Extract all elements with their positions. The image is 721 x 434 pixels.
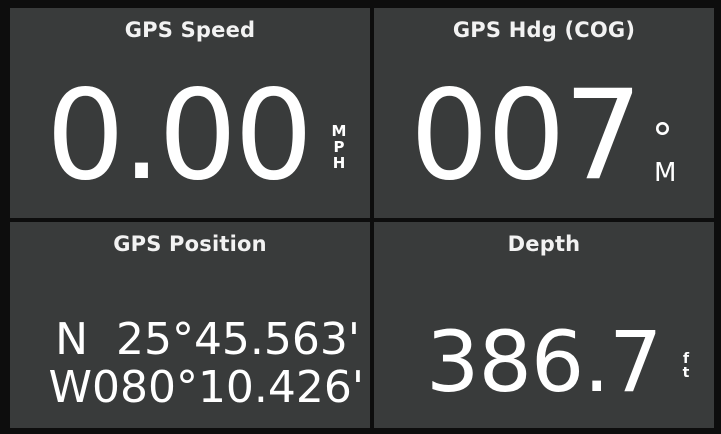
tile-gps-speed[interactable]: GPS Speed 0.00 M P H xyxy=(10,8,370,218)
gauge-screen: GPS Speed 0.00 M P H GPS Hdg (COG) 007 °… xyxy=(0,0,721,434)
tile-gps-position[interactable]: GPS Position N 25°45.563' W080°10.426' xyxy=(10,222,370,428)
data-field-grid: GPS Speed 0.00 M P H GPS Hdg (COG) 007 °… xyxy=(10,8,714,428)
unit-letter: M xyxy=(331,122,347,140)
tile-title: GPS Speed xyxy=(124,18,256,42)
longitude-value: W080°10.426' xyxy=(48,362,364,413)
speed-unit: M P H xyxy=(330,124,348,171)
unit-letter: t xyxy=(682,365,690,381)
tile-depth[interactable]: Depth 386.7 f t xyxy=(374,222,714,428)
tile-title: GPS Hdg (COG) xyxy=(452,18,636,42)
unit-letter: f xyxy=(682,351,690,367)
depth-unit: f t xyxy=(680,352,692,380)
tile-title: Depth xyxy=(507,232,581,256)
latitude-value: N 25°45.563' xyxy=(55,314,360,365)
speed-value: 0.00 xyxy=(46,64,313,208)
heading-value: 007 xyxy=(410,64,643,208)
depth-value: 386.7 xyxy=(426,313,662,411)
heading-unit: M xyxy=(654,158,677,188)
unit-letter: P xyxy=(333,138,345,156)
unit-letter: H xyxy=(332,154,346,172)
degree-symbol: ° xyxy=(652,114,673,163)
tile-title: GPS Position xyxy=(113,232,267,256)
tile-gps-heading[interactable]: GPS Hdg (COG) 007 ° M xyxy=(374,8,714,218)
